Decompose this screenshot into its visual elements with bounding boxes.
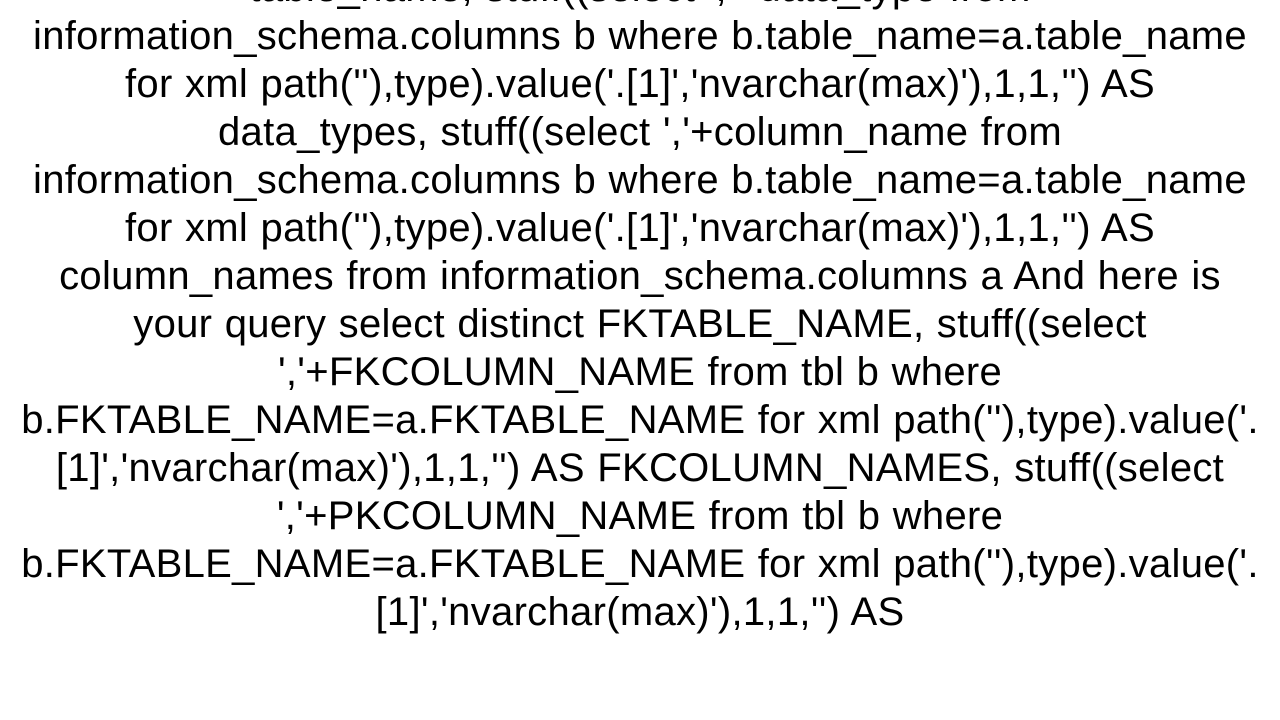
sql-text-body: table_name, stuff((select ','+data_type … xyxy=(0,0,1280,636)
